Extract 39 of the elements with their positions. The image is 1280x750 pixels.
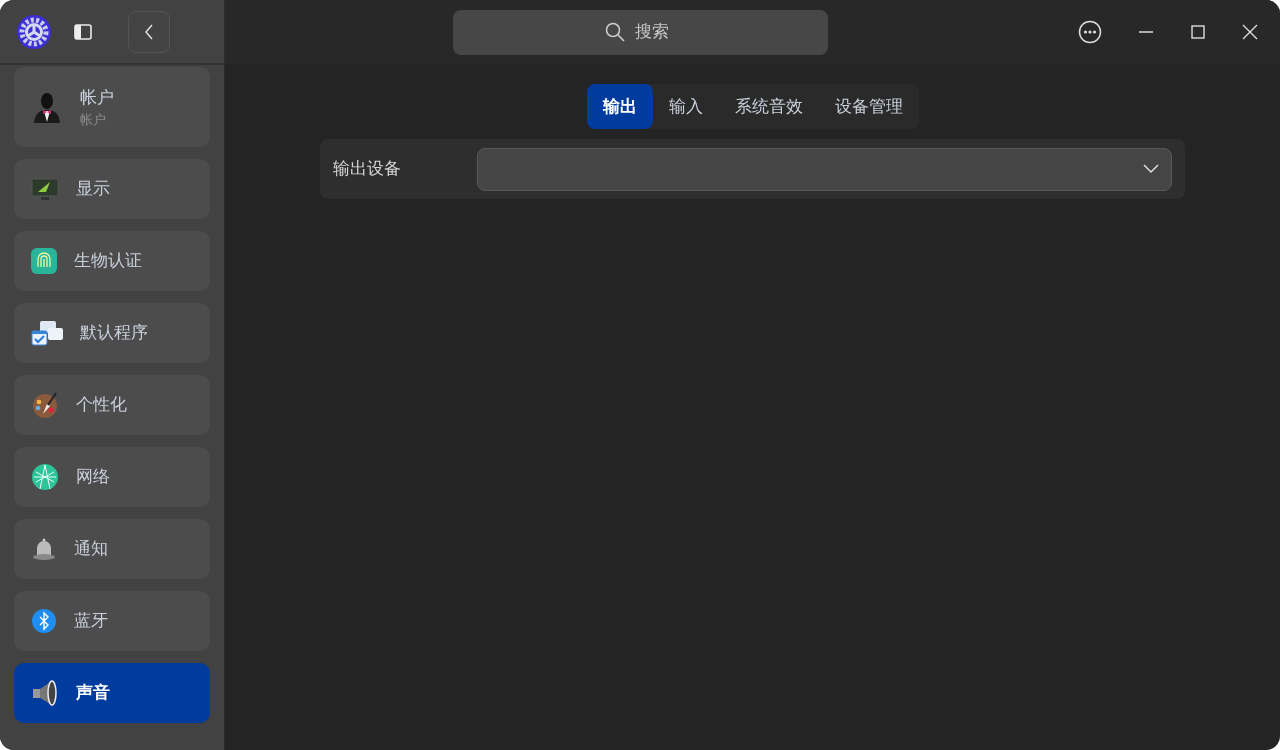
item-label: 网络: [76, 465, 110, 489]
search-icon: [604, 22, 625, 42]
more-options-icon[interactable]: [1078, 20, 1102, 44]
item-label: 显示: [76, 177, 110, 201]
tab[interactable]: 输入: [652, 84, 719, 129]
search-field[interactable]: 搜索: [632, 18, 677, 46]
tab[interactable]: 系统音效: [718, 84, 819, 129]
sidebar-toggle-icon[interactable]: [74, 23, 92, 40]
item-label: 生物认证: [74, 249, 142, 273]
fingerprint-icon: [30, 247, 58, 275]
sidebar-item[interactable]: 蓝牙: [14, 591, 210, 651]
close-icon[interactable]: [1242, 24, 1258, 40]
bluetooth-icon: [30, 607, 58, 635]
account-name: 帐户: [80, 85, 114, 109]
tab[interactable]: 设备管理: [818, 84, 919, 129]
sidebar-item[interactable]: 默认程序: [14, 303, 210, 363]
sidebar-item[interactable]: 个性化: [14, 375, 210, 435]
chevron-down-icon: [1143, 164, 1159, 174]
maximize-icon[interactable]: [1190, 24, 1206, 40]
account-subtitle: 帐户: [80, 111, 107, 129]
speaker-icon: [30, 678, 60, 708]
network-globe-icon: [30, 462, 60, 492]
chevron-left-icon: [144, 23, 154, 40]
sidebar-item[interactable]: 声音: [14, 663, 210, 723]
item-label: 通知: [74, 537, 108, 561]
output-device-label: 输出设备: [333, 157, 402, 181]
item-label: 默认程序: [80, 321, 148, 345]
gear-logo-icon: [16, 13, 52, 50]
item-label: 声音: [76, 681, 110, 705]
sidebar-item[interactable]: 网络: [14, 447, 210, 507]
palette-icon: [30, 390, 60, 420]
sidebar-item[interactable]: 生物认证: [14, 231, 210, 291]
item-label: 蓝牙: [74, 609, 108, 633]
tab[interactable]: 输出: [586, 84, 653, 129]
sidebar-item[interactable]: 显示: [14, 159, 210, 219]
item-label: 个性化: [76, 393, 127, 417]
windows-icon: [30, 319, 64, 347]
account-item[interactable]: 帐户 帐户: [14, 67, 210, 147]
sidebar-item[interactable]: 通知: [14, 519, 210, 579]
